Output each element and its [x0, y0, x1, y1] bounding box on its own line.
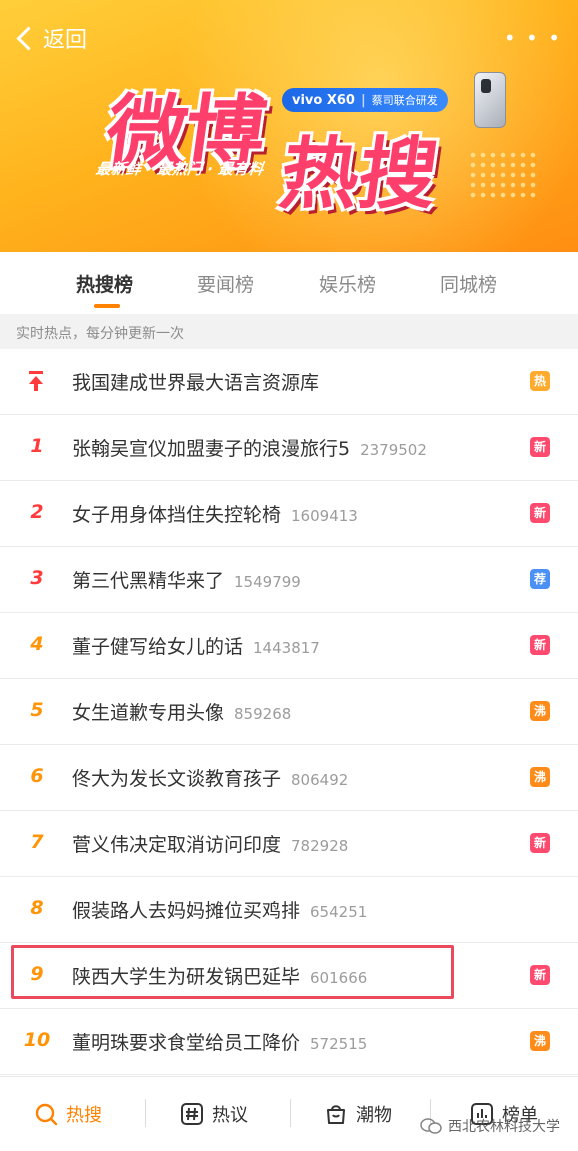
nav-trend[interactable]: 潮物: [324, 1101, 392, 1127]
back-label: 返回: [43, 28, 88, 53]
active-tab-indicator: [94, 304, 120, 308]
rank-number: 3: [30, 567, 44, 589]
item-count: 859268: [234, 705, 292, 723]
item-title: 菅义伟决定取消访问印度: [72, 834, 282, 856]
item-title: 佟大为发长文谈教育孩子: [72, 768, 282, 790]
recommend-badge: 荐: [530, 569, 550, 589]
watermark: 西北农林科技大学: [420, 1116, 560, 1136]
phone-image: [474, 72, 506, 128]
boil-badge: 沸: [530, 1031, 550, 1051]
item-title: 张翰吴宣仪加盟妻子的浪漫旅行5: [72, 438, 351, 460]
new-badge: 新: [530, 635, 550, 655]
rank-number: 10: [23, 1029, 51, 1051]
tab-hot-search[interactable]: 热搜榜: [76, 270, 133, 297]
new-badge: 新: [530, 503, 550, 523]
nav-discuss[interactable]: 热议: [180, 1101, 248, 1127]
update-notice: 实时热点，每分钟更新一次: [0, 314, 578, 349]
nav-label: 热议: [212, 1105, 248, 1126]
item-title: 第三代黑精华来了: [72, 570, 225, 592]
list-item[interactable]: 6 佟大为发长文谈教育孩子 806492 沸: [0, 745, 578, 811]
item-title: 董明珠要求食堂给员工降价: [72, 1032, 301, 1054]
item-count: 1443817: [253, 639, 320, 657]
list-item[interactable]: 5 女生道歉专用头像 859268 沸: [0, 679, 578, 745]
bottom-nav: 热搜 热议 潮物 榜单: [0, 1076, 578, 1151]
nav-label: 潮物: [356, 1105, 392, 1126]
tab-news[interactable]: 要闻榜: [197, 270, 254, 297]
item-title: 女生道歉专用头像: [72, 702, 225, 724]
tab-local[interactable]: 同城榜: [440, 270, 497, 297]
item-count: 1609413: [291, 507, 358, 525]
list-item-pinned[interactable]: 我国建成世界最大语言资源库 热: [0, 349, 578, 415]
more-options-button[interactable]: • • •: [504, 26, 562, 50]
item-title: 假装路人去妈妈摊位买鸡排: [72, 900, 301, 922]
boil-badge: 沸: [530, 767, 550, 787]
wechat-icon: [420, 1118, 442, 1134]
header-banner: 返回 • • • 微博 热搜 最新鲜 · 最热门 · 最有料 vivo X60 …: [0, 0, 578, 252]
item-count: 654251: [310, 903, 368, 921]
item-title: 董子健写给女儿的话: [72, 636, 244, 658]
banner-dots-decoration: [468, 150, 538, 200]
list-item[interactable]: 2 女子用身体挡住失控轮椅 1609413 新: [0, 481, 578, 547]
list-item[interactable]: 3 第三代黑精华来了 1549799 荐: [0, 547, 578, 613]
search-icon: [35, 1103, 58, 1126]
bag-icon: [327, 1105, 345, 1124]
list-item[interactable]: 1 张翰吴宣仪加盟妻子的浪漫旅行5 2379502 新: [0, 415, 578, 481]
item-count: 782928: [291, 837, 349, 855]
update-notice-text: 实时热点，每分钟更新一次: [16, 326, 184, 342]
watermark-text: 西北农林科技大学: [448, 1119, 560, 1135]
rank-number: 6: [30, 765, 44, 787]
new-badge: 新: [530, 437, 550, 457]
tab-bar: 热搜榜 要闻榜 娱乐榜 同城榜: [0, 252, 578, 314]
logo-resou: 热搜: [274, 130, 444, 220]
pin-top-icon: [26, 371, 46, 391]
hashtag-icon: [181, 1103, 203, 1125]
nav-divider: [145, 1099, 146, 1127]
tab-entertainment[interactable]: 娱乐榜: [319, 270, 376, 297]
nav-label: 热搜: [66, 1105, 102, 1126]
list-item[interactable]: 10 董明珠要求食堂给员工降价 572515 沸: [0, 1009, 578, 1075]
sponsor-badge[interactable]: vivo X60 | 蔡司联合研发: [282, 88, 448, 112]
list-item[interactable]: 4 董子健写给女儿的话 1443817 新: [0, 613, 578, 679]
rank-number: 4: [30, 633, 44, 655]
item-title: 女子用身体挡住失控轮椅: [72, 504, 282, 526]
new-badge: 新: [530, 965, 550, 985]
nav-hot-search[interactable]: 热搜: [34, 1101, 102, 1127]
item-count: 1549799: [234, 573, 301, 591]
item-title: 我国建成世界最大语言资源库: [72, 372, 320, 394]
boil-badge: 沸: [530, 701, 550, 721]
rank-number: 7: [30, 831, 44, 853]
hot-badge: 热: [530, 371, 550, 391]
sponsor-brand: vivo X60: [292, 92, 355, 108]
list-item[interactable]: 7 菅义伟决定取消访问印度 782928 新: [0, 811, 578, 877]
sponsor-sub: 蔡司联合研发: [371, 94, 438, 107]
rank-number: 1: [30, 435, 44, 457]
highlight-box: [11, 945, 454, 999]
item-count: 572515: [310, 1035, 368, 1053]
banner-slogan: 最新鲜 · 最热门 · 最有料: [94, 160, 265, 178]
rank-number: 2: [30, 501, 44, 523]
item-count: 806492: [291, 771, 349, 789]
item-count: 2379502: [360, 441, 427, 459]
list-item[interactable]: 8 假装路人去妈妈摊位买鸡排 654251: [0, 877, 578, 943]
rank-number: 8: [30, 897, 44, 919]
back-button[interactable]: 返回: [14, 22, 87, 54]
nav-divider: [290, 1099, 291, 1127]
new-badge: 新: [530, 833, 550, 853]
chevron-left-icon: [16, 25, 41, 51]
rank-number: 5: [30, 699, 44, 721]
